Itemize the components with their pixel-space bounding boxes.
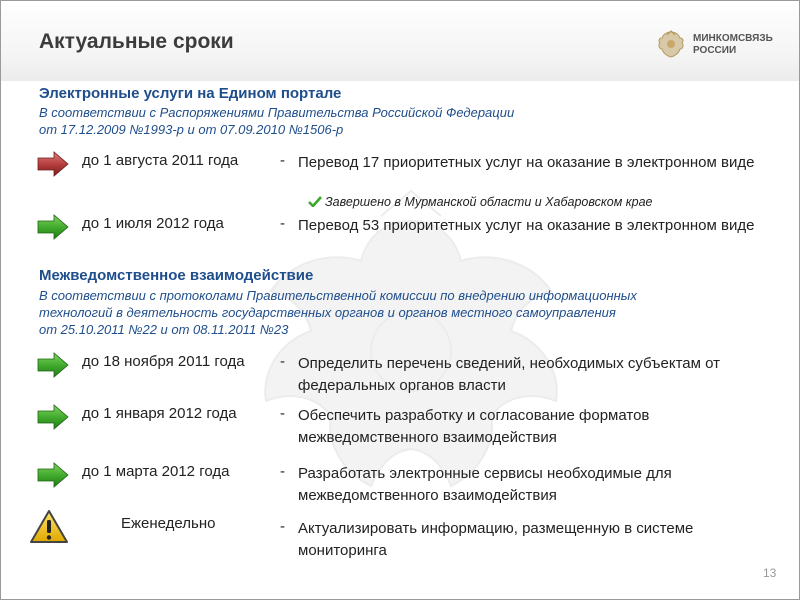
deadline-dash: - [280, 518, 285, 535]
deadline-description: Обеспечить разработку и согласование фор… [298, 407, 650, 446]
deadline-date: до 1 июля 2012 года [82, 215, 224, 232]
deadline-date: до 1 августа 2011 года [82, 152, 239, 169]
deadline-dash: - [280, 353, 285, 370]
section2-title: Межведомственное взаимодействие [39, 267, 314, 284]
frequency-label: Еженедельно [121, 515, 216, 532]
page-number: 13 [763, 566, 777, 580]
checkmark-icon [308, 196, 322, 207]
green-arrow-icon [37, 352, 69, 378]
logo-line2: РОССИИ [693, 45, 737, 56]
status-note: Завершено в Мурманской области и Хабаров… [308, 195, 653, 209]
deadline-date: до 1 января 2012 года [82, 405, 237, 422]
warning-icon [30, 510, 68, 543]
deadline-description: Разработать электронные сервисы необходи… [298, 465, 672, 504]
deadline-dash: - [280, 215, 285, 232]
section1-subtitle-line1: В соответствии с Распоряжениями Правител… [39, 105, 515, 120]
deadline-date: до 18 ноября 2011 года [82, 353, 245, 370]
deadline-description: Актуализировать информацию, размещенную … [298, 520, 694, 559]
section2-subtitle-line3: от 25.10.2011 №22 и от 08.11.2011 №23 [39, 322, 289, 337]
deadline-date: до 1 марта 2012 года [82, 463, 230, 480]
red-arrow-icon [37, 151, 69, 177]
green-arrow-icon [37, 214, 69, 240]
section1-subtitle-line2: от 17.12.2009 №1993-р и от 07.09.2010 №1… [39, 122, 344, 137]
deadline-description: Определить перечень сведений, необходимы… [298, 355, 720, 394]
emblem-icon [658, 30, 684, 58]
logo-line1: МИНКОМСВЯЗЬ [693, 33, 773, 44]
section2-subtitle-line2: технологий в деятельность государственны… [39, 305, 616, 320]
slide-header: Актуальные сроки МИНКОМСВЯЗЬ РОССИИ [1, 1, 799, 81]
green-arrow-icon [37, 404, 69, 430]
deadline-dash: - [280, 463, 285, 480]
deadline-description: Перевод 53 приоритетных услуг на оказани… [298, 217, 755, 234]
deadline-dash: - [280, 152, 285, 169]
status-note-text: Завершено в Мурманской области и Хабаров… [325, 195, 653, 209]
section2-subtitle: В соответствии с протоколами Правительст… [39, 287, 637, 338]
section1-title: Электронные услуги на Едином портале [39, 85, 342, 102]
deadline-description: Перевод 17 приоритетных услуг на оказани… [298, 154, 755, 171]
logo-text: МИНКОМСВЯЗЬ РОССИИ [693, 33, 773, 57]
section1-subtitle: В соответствии с Распоряжениями Правител… [39, 104, 514, 138]
slide-title: Актуальные сроки [39, 30, 234, 53]
green-arrow-icon [37, 462, 69, 488]
slide: Актуальные сроки МИНКОМСВЯЗЬ РОССИИ Элек… [0, 0, 800, 600]
deadline-dash: - [280, 405, 285, 422]
section2-subtitle-line1: В соответствии с протоколами Правительст… [39, 288, 637, 303]
ministry-logo: МИНКОМСВЯЗЬ РОССИИ [657, 29, 787, 61]
